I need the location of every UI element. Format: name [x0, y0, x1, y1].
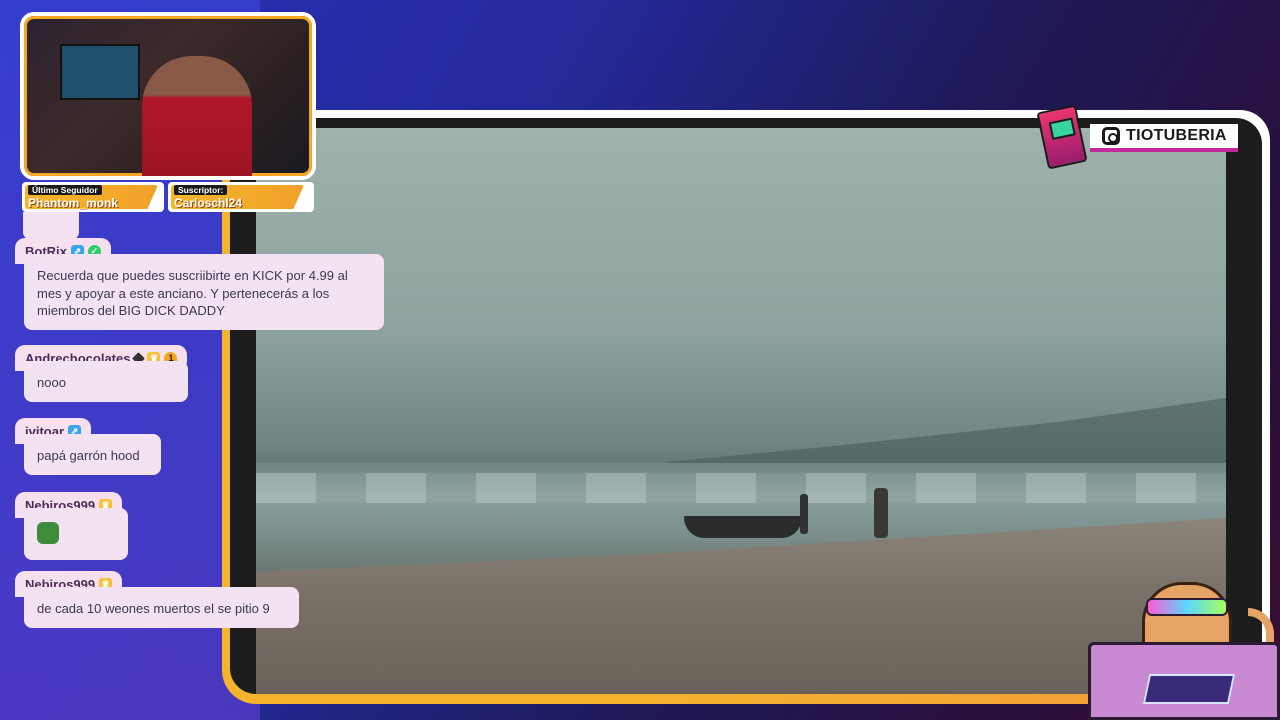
video-content[interactable]	[256, 128, 1226, 694]
visor-icon	[1146, 598, 1228, 616]
chat-message-partial	[23, 212, 79, 240]
chat-message-text: Recuerda que puedes suscriibirte en KICK…	[24, 254, 384, 330]
chat-message-text: papá garrón hood	[24, 434, 161, 475]
chat-message-emote	[24, 508, 128, 560]
instagram-icon	[1102, 127, 1120, 145]
boat	[684, 516, 802, 538]
person-figure	[874, 488, 888, 538]
instagram-handle: TIOTUBERIA	[1126, 127, 1227, 144]
person-figure	[800, 494, 808, 534]
vtuber-avatar	[1088, 568, 1280, 720]
chat-message-text: de cada 10 weones muertos el se pitio 9	[24, 587, 299, 628]
chat-message-text: nooo	[24, 361, 188, 402]
instagram-badge: TIOTUBERIA	[1090, 124, 1238, 152]
keyboard-icon	[1142, 674, 1236, 704]
pepe-emote-icon	[37, 522, 59, 544]
chat-overlay: BotRix ⇗ ✓ Recuerda que puedes suscriibi…	[14, 0, 394, 720]
